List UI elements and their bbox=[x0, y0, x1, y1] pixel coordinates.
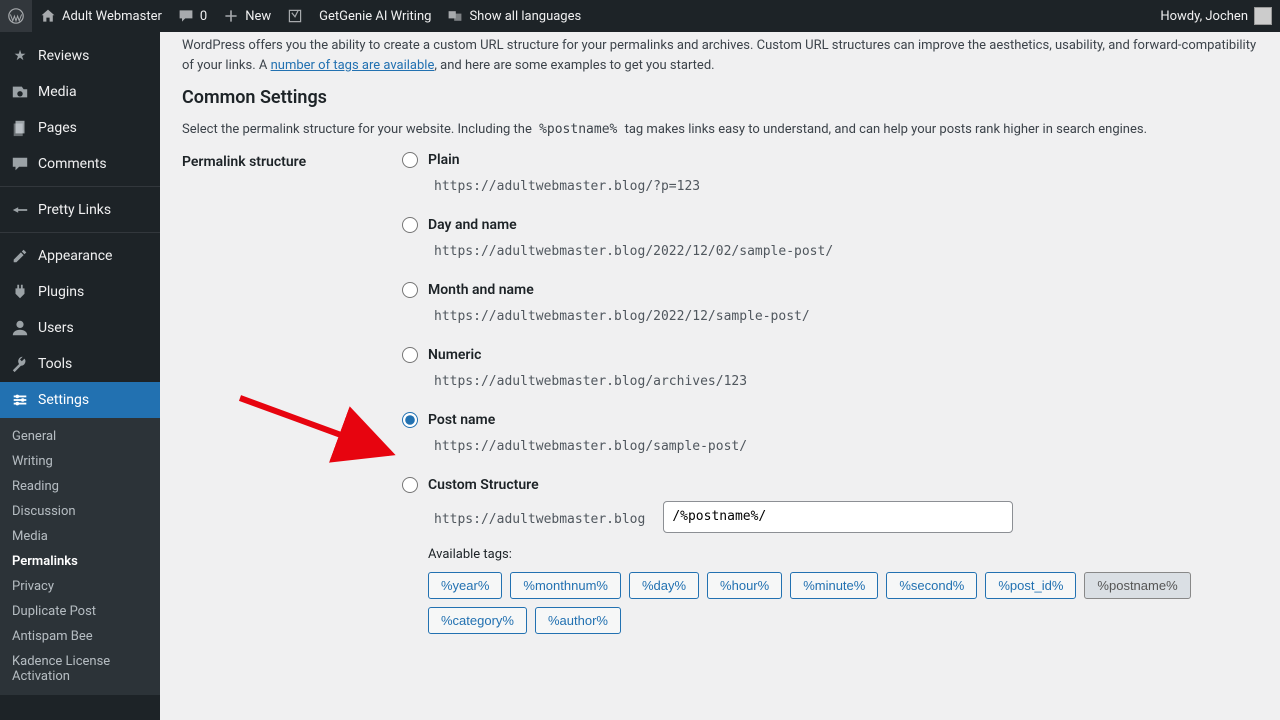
new-content[interactable]: New bbox=[215, 0, 279, 32]
content-area: WordPress offers you the ability to crea… bbox=[160, 32, 1280, 720]
tag-button[interactable]: %minute% bbox=[790, 572, 878, 599]
submenu-discussion[interactable]: Discussion bbox=[0, 499, 160, 524]
submenu-duplicate-post[interactable]: Duplicate Post bbox=[0, 599, 160, 624]
postname-tag-code: %postname% bbox=[535, 120, 621, 139]
comments-link[interactable]: 0 bbox=[170, 0, 215, 32]
submenu-writing[interactable]: Writing bbox=[0, 449, 160, 474]
submenu-general[interactable]: General bbox=[0, 424, 160, 449]
label-month-and-name[interactable]: Month and name bbox=[428, 282, 534, 298]
menu-plugins[interactable]: Plugins bbox=[0, 274, 160, 310]
menu-appearance[interactable]: Appearance bbox=[0, 238, 160, 274]
common-settings-heading: Common Settings bbox=[182, 87, 1260, 108]
submenu-media[interactable]: Media bbox=[0, 524, 160, 549]
custom-structure-input[interactable] bbox=[663, 501, 1013, 533]
submenu-permalinks[interactable]: Permalinks bbox=[0, 549, 160, 574]
submenu-reading[interactable]: Reading bbox=[0, 474, 160, 499]
tags-available-link[interactable]: number of tags are available bbox=[271, 58, 435, 73]
comments-icon bbox=[10, 154, 30, 174]
submenu-kadence[interactable]: Kadence License Activation bbox=[0, 649, 160, 689]
settings-icon bbox=[10, 390, 30, 410]
menu-prettylinks[interactable]: Pretty Links bbox=[0, 192, 160, 228]
tag-button[interactable]: %category% bbox=[428, 607, 527, 634]
wp-logo[interactable] bbox=[0, 0, 32, 32]
label-post-name[interactable]: Post name bbox=[428, 412, 495, 428]
languages-link[interactable]: Show all languages bbox=[439, 0, 589, 32]
tag-button[interactable]: %monthnum% bbox=[510, 572, 621, 599]
users-icon bbox=[10, 318, 30, 338]
plugins-icon bbox=[10, 282, 30, 302]
label-numeric[interactable]: Numeric bbox=[428, 347, 481, 363]
comments-count: 0 bbox=[200, 9, 207, 24]
submenu-antispam[interactable]: Antispam Bee bbox=[0, 624, 160, 649]
tag-button[interactable]: %hour% bbox=[707, 572, 782, 599]
available-tags-label: Available tags: bbox=[428, 547, 1260, 562]
yoast-link[interactable] bbox=[279, 0, 311, 32]
permalink-structure-label: Permalink structure bbox=[182, 152, 382, 654]
available-tags: %year% %monthnum% %day% %hour% %minute% %seco… bbox=[428, 572, 1260, 634]
tag-button[interactable]: %year% bbox=[428, 572, 502, 599]
admin-menu: ★Reviews Media Pages Comments Pretty Lin… bbox=[0, 32, 160, 720]
menu-separator bbox=[0, 182, 160, 187]
star-icon: ★ bbox=[10, 46, 30, 66]
avatar bbox=[1254, 7, 1272, 25]
radio-numeric[interactable] bbox=[402, 347, 418, 363]
url-month-and-name: https://adultwebmaster.blog/2022/12/samp… bbox=[428, 306, 816, 327]
menu-comments[interactable]: Comments bbox=[0, 146, 160, 182]
label-plain[interactable]: Plain bbox=[428, 152, 460, 168]
howdy-label: Howdy, Jochen bbox=[1160, 9, 1248, 24]
tag-button[interactable]: %author% bbox=[535, 607, 621, 634]
menu-pages[interactable]: Pages bbox=[0, 110, 160, 146]
tag-button[interactable]: %post_id% bbox=[985, 572, 1076, 599]
menu-settings[interactable]: Settings bbox=[0, 382, 160, 418]
my-account[interactable]: Howdy, Jochen bbox=[1152, 0, 1280, 32]
menu-separator bbox=[0, 228, 160, 233]
url-custom-base: https://adultwebmaster.blog bbox=[428, 509, 651, 530]
tag-button[interactable]: %second% bbox=[886, 572, 977, 599]
menu-tools[interactable]: Tools bbox=[0, 346, 160, 382]
appearance-icon bbox=[10, 246, 30, 266]
getgenie-label: GetGenie AI Writing bbox=[319, 9, 431, 24]
site-name-label: Adult Webmaster bbox=[62, 9, 162, 24]
tools-icon bbox=[10, 354, 30, 374]
url-numeric: https://adultwebmaster.blog/archives/123 bbox=[428, 371, 753, 392]
radio-month-and-name[interactable] bbox=[402, 282, 418, 298]
tag-button[interactable]: %postname% bbox=[1084, 572, 1190, 599]
url-post-name: https://adultwebmaster.blog/sample-post/ bbox=[428, 436, 753, 457]
pages-icon bbox=[10, 118, 30, 138]
languages-label: Show all languages bbox=[469, 9, 581, 24]
site-name[interactable]: Adult Webmaster bbox=[32, 0, 170, 32]
new-label: New bbox=[245, 9, 271, 24]
url-day-and-name: https://adultwebmaster.blog/2022/12/02/s… bbox=[428, 241, 839, 262]
settings-submenu: General Writing Reading Discussion Media… bbox=[0, 418, 160, 695]
radio-day-and-name[interactable] bbox=[402, 217, 418, 233]
link-icon bbox=[10, 200, 30, 220]
label-day-and-name[interactable]: Day and name bbox=[428, 217, 517, 233]
getgenie-link[interactable]: GetGenie AI Writing bbox=[311, 0, 439, 32]
select-structure-paragraph: Select the permalink structure for your … bbox=[182, 120, 1260, 140]
radio-post-name[interactable] bbox=[402, 412, 418, 428]
radio-plain[interactable] bbox=[402, 152, 418, 168]
menu-reviews[interactable]: ★Reviews bbox=[0, 38, 160, 74]
media-icon bbox=[10, 82, 30, 102]
tag-button[interactable]: %day% bbox=[629, 572, 699, 599]
radio-custom-structure[interactable] bbox=[402, 477, 418, 493]
menu-users[interactable]: Users bbox=[0, 310, 160, 346]
label-custom-structure[interactable]: Custom Structure bbox=[428, 477, 539, 493]
admin-toolbar: Adult Webmaster 0 New GetGenie AI Writin… bbox=[0, 0, 1280, 32]
submenu-privacy[interactable]: Privacy bbox=[0, 574, 160, 599]
intro-paragraph: WordPress offers you the ability to crea… bbox=[182, 36, 1260, 75]
menu-media[interactable]: Media bbox=[0, 74, 160, 110]
url-plain: https://adultwebmaster.blog/?p=123 bbox=[428, 176, 706, 197]
